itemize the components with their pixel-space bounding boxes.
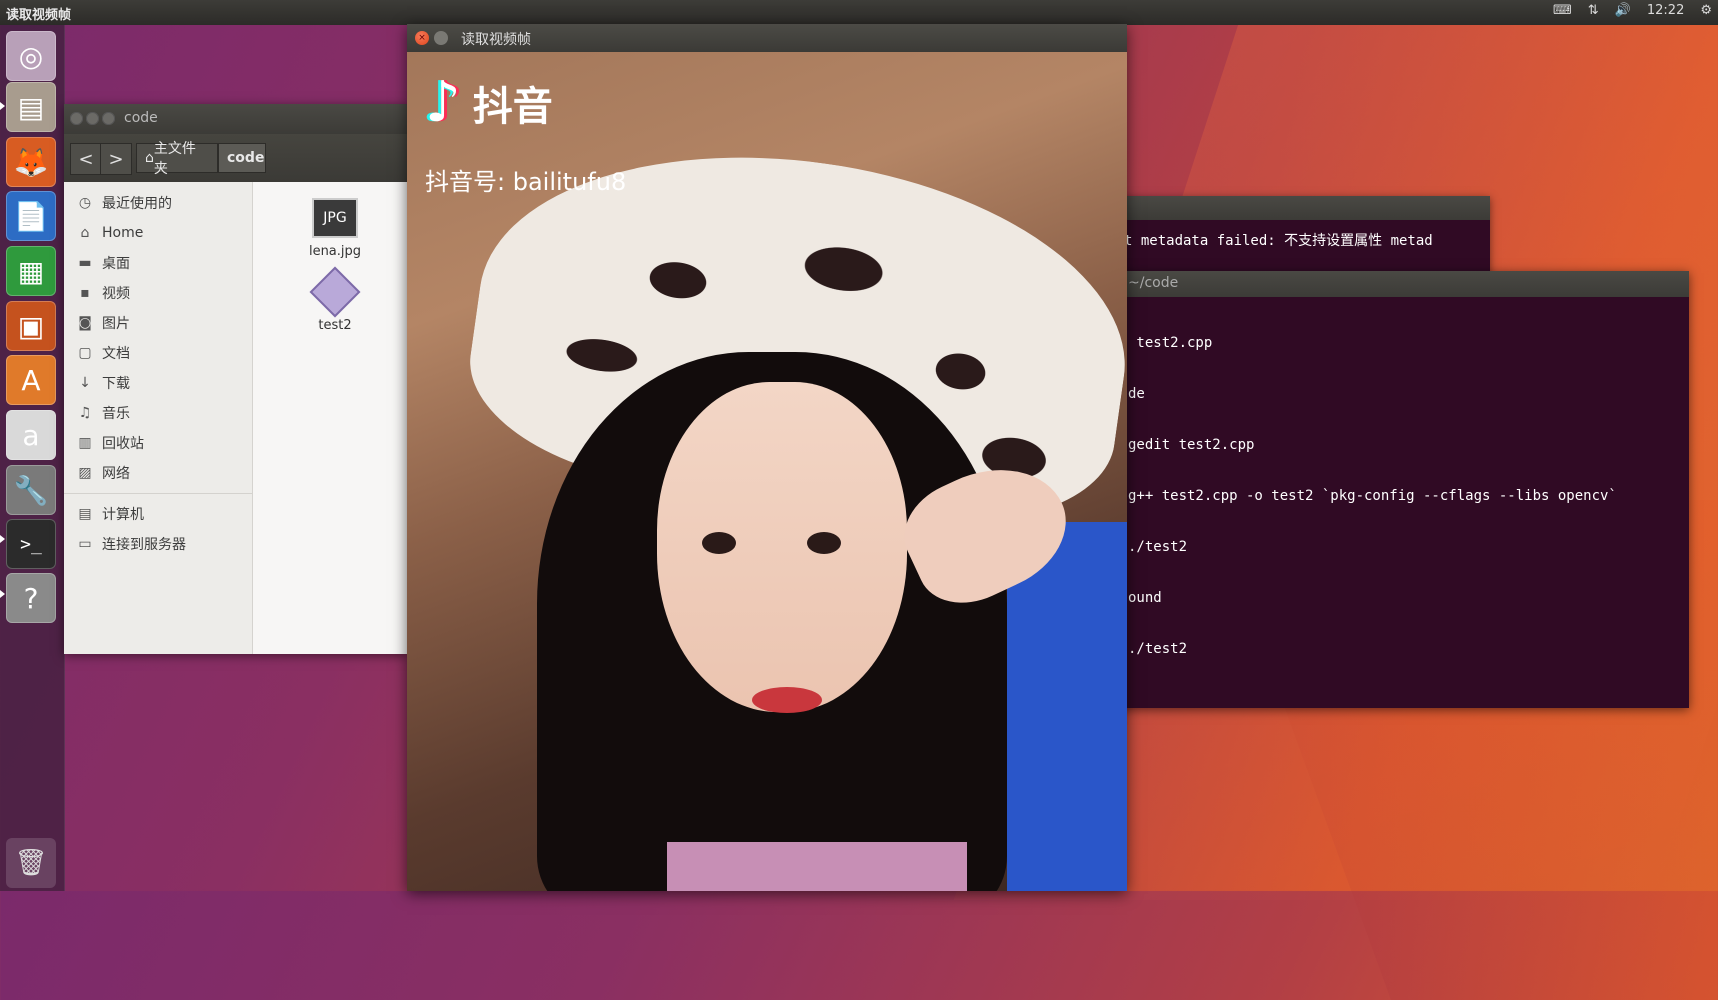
- system-tray: ⌨ ⇅ 🔊 12:22 ⚙: [1553, 3, 1712, 18]
- terminal-line: de: [1128, 386, 1145, 402]
- sidebar-item-trash[interactable]: ▥ 回收站: [64, 428, 252, 458]
- tiktok-watermark: ♪ 抖音: [425, 74, 553, 132]
- minimize-button[interactable]: [434, 31, 448, 45]
- window-title: 读取视频帧: [461, 32, 531, 48]
- sidebar-item-connect-server[interactable]: ▭ 连接到服务器: [64, 529, 252, 559]
- network-icon: ▨: [78, 465, 92, 481]
- sidebar-item-pictures[interactable]: ◙ 图片: [64, 308, 252, 338]
- minimize-button[interactable]: [86, 112, 99, 125]
- launcher-files-icon[interactable]: ▤: [6, 82, 56, 132]
- tiktok-logo-icon: ♪: [425, 70, 461, 135]
- file-item-test2[interactable]: test2: [295, 266, 375, 333]
- launcher-writer-icon[interactable]: 📄: [6, 191, 56, 241]
- maximize-button[interactable]: [102, 112, 115, 125]
- camera-icon: ◙: [78, 315, 92, 331]
- launcher-firefox-icon[interactable]: 🦊: [6, 137, 56, 187]
- sidebar-item-downloads[interactable]: ↓ 下载: [64, 368, 252, 398]
- clock[interactable]: 12:22: [1647, 3, 1684, 18]
- launcher: ◎ ▤ 🦊 📄 ▦ ▣ A a 🔧 >_ ?: [0, 25, 65, 891]
- launcher-dash-icon[interactable]: ◎: [6, 31, 56, 81]
- video-window-titlebar[interactable]: × 读取视频帧: [407, 24, 1127, 52]
- close-button[interactable]: ×: [415, 31, 429, 45]
- terminal-line: ound: [1128, 590, 1162, 606]
- places-sidebar: ◷ 最近使用的 ⌂ Home ▬ 桌面 ▪ 视频 ◙ 图片 ▢ 文档 ↓ 下载 ♫ 音乐 ▥ 回收…: [64, 182, 253, 654]
- close-icon: ×: [418, 33, 426, 43]
- video-face: [657, 382, 907, 712]
- trash-icon[interactable]: 🗑: [6, 838, 56, 888]
- launcher-calc-icon[interactable]: ▦: [6, 246, 56, 296]
- network-icon[interactable]: ⇅: [1588, 3, 1599, 18]
- video-shirt: [667, 842, 967, 891]
- home-icon: ⌂: [145, 150, 154, 166]
- server-icon: ▭: [78, 536, 92, 552]
- sidebar-item-documents[interactable]: ▢ 文档: [64, 338, 252, 368]
- home-icon: ⌂: [80, 225, 90, 241]
- file-name: lena.jpg: [308, 244, 362, 259]
- video-eye: [807, 532, 841, 554]
- computer-icon: ▤: [78, 506, 92, 522]
- image-file-icon: JPG: [312, 198, 358, 238]
- terminal-title: ~/code: [1128, 275, 1179, 291]
- clock-icon: ◷: [78, 195, 92, 211]
- video-frame: ♪ 抖音 抖音号: bailitufu8: [407, 52, 1127, 891]
- window-title: code: [124, 110, 158, 126]
- sidebar-item-music[interactable]: ♫ 音乐: [64, 398, 252, 428]
- launcher-impress-icon[interactable]: ▣: [6, 301, 56, 351]
- folder-icon: ▬: [78, 255, 92, 271]
- file-manager-window[interactable]: code < > ⌂ 主文件夹 code ◷ 最近使用的 ⌂ Home ▬ 桌面 ▪ 视频…: [64, 104, 408, 654]
- keyboard-icon[interactable]: ⌨: [1553, 3, 1572, 18]
- launcher-settings-icon[interactable]: 🔧: [6, 465, 56, 515]
- video-icon: ▪: [80, 285, 90, 301]
- sidebar-item-videos[interactable]: ▪ 视频: [64, 278, 252, 308]
- document-icon: ▢: [78, 345, 92, 361]
- launcher-terminal-icon[interactable]: >_: [6, 519, 56, 569]
- forward-button[interactable]: >: [100, 143, 132, 175]
- back-button[interactable]: <: [70, 143, 102, 175]
- chevron-right-icon: >: [108, 148, 124, 170]
- breadcrumb-home[interactable]: ⌂ 主文件夹: [136, 141, 218, 177]
- close-button[interactable]: [70, 112, 83, 125]
- sidebar-item-network[interactable]: ▨ 网络: [64, 458, 252, 488]
- file-manager-titlebar[interactable]: code: [64, 104, 408, 134]
- terminal-line: ./test2: [1128, 641, 1188, 657]
- running-indicator: [0, 102, 5, 110]
- tiktok-account-id: 抖音号: bailitufu8: [425, 168, 627, 196]
- breadcrumb-current[interactable]: code: [218, 143, 266, 173]
- launcher-help-icon[interactable]: ?: [6, 573, 56, 623]
- file-view[interactable]: JPG lena.jpg test2: [253, 182, 408, 654]
- file-manager-toolbar: < > ⌂ 主文件夹 code: [64, 134, 408, 182]
- file-item-lena[interactable]: JPG lena.jpg: [295, 198, 375, 259]
- executable-icon: [309, 266, 361, 318]
- video-lips: [752, 687, 822, 713]
- sidebar-item-home[interactable]: ⌂ Home: [64, 218, 252, 248]
- music-icon: ♫: [78, 405, 92, 421]
- trash-icon: ▥: [78, 435, 92, 451]
- running-indicator: [0, 535, 5, 543]
- terminal-line: ./test2: [1128, 539, 1188, 555]
- settings-icon[interactable]: ⚙: [1700, 3, 1712, 18]
- download-icon: ↓: [79, 375, 91, 391]
- file-name: test2: [318, 318, 352, 333]
- video-window[interactable]: × 读取视频帧 ♪ 抖音 抖音号: bailitufu8: [407, 24, 1127, 891]
- sidebar-item-computer[interactable]: ▤ 计算机: [64, 499, 252, 529]
- running-indicator: [0, 590, 5, 598]
- chevron-left-icon: <: [78, 148, 94, 170]
- terminal-line: gedit test2.cpp: [1128, 437, 1255, 453]
- sidebar-item-recent[interactable]: ◷ 最近使用的: [64, 188, 252, 218]
- sidebar-item-desktop[interactable]: ▬ 桌面: [64, 248, 252, 278]
- top-panel: 读取视频帧 ⌨ ⇅ 🔊 12:22 ⚙: [0, 0, 1718, 25]
- volume-icon[interactable]: 🔊: [1615, 3, 1631, 18]
- launcher-amazon-icon[interactable]: a: [6, 410, 56, 460]
- terminal-line: g++ test2.cpp -o test2 `pkg-config --cfl…: [1128, 488, 1617, 504]
- video-eye: [702, 532, 736, 554]
- terminal-line: test2.cpp: [1128, 335, 1213, 351]
- tiktok-brand: 抖音: [472, 84, 553, 130]
- launcher-software-icon[interactable]: A: [6, 355, 56, 405]
- active-window-title: 读取视频帧: [6, 8, 72, 23]
- sidebar-divider: [64, 493, 252, 494]
